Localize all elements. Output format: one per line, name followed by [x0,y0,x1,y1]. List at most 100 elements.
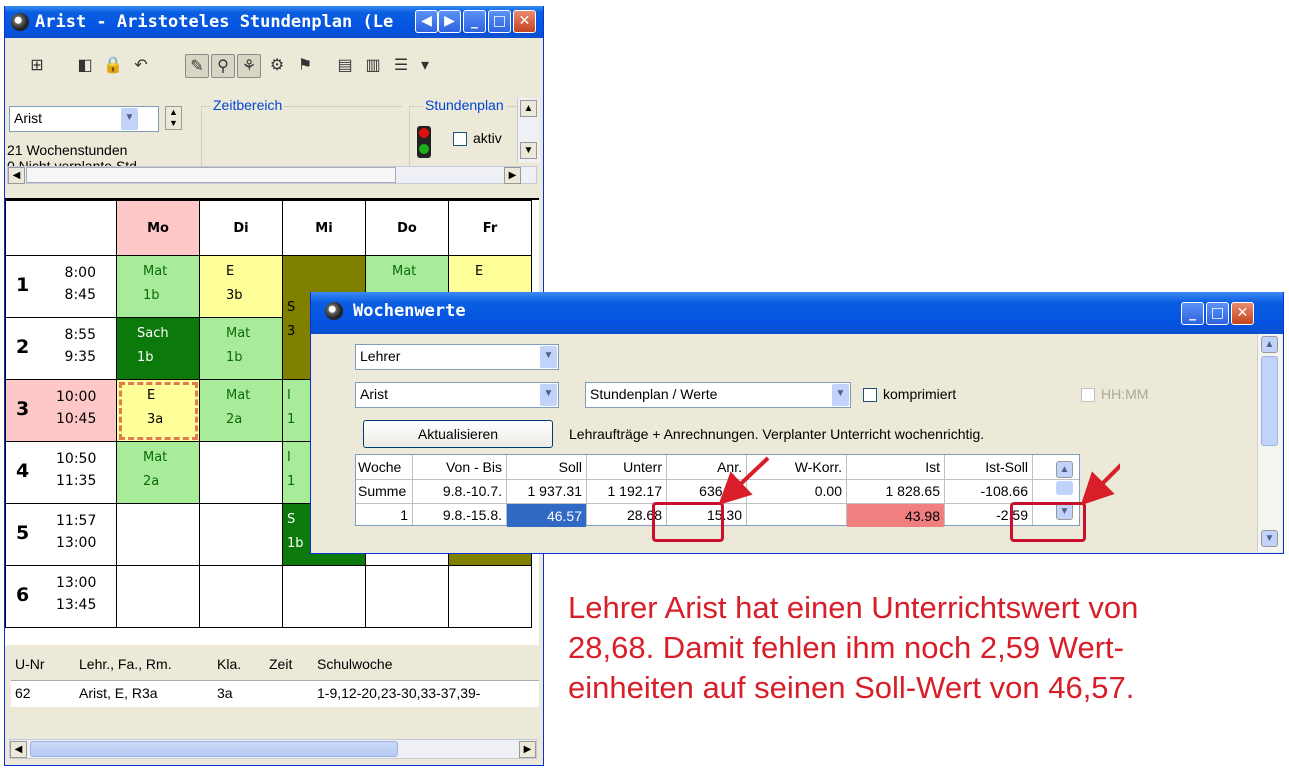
cell-schulwoche: 1-9,12-20,23-30,33-37,39- [317,685,481,701]
summe-woche: Summe [358,483,407,499]
lesson-cell[interactable]: Mat 2a [199,379,283,442]
tab-left-arrow-icon[interactable]: ◀ [415,10,438,33]
lesson-cell[interactable]: Sach 1b [116,317,200,380]
lesson-cell[interactable]: Mat 1b [116,255,200,318]
empty-cell[interactable] [199,565,283,628]
view-select-value: Stundenplan / Werte [590,386,718,402]
scroll-left-icon[interactable]: ◀ [8,167,25,184]
empty-cell[interactable] [116,503,200,566]
col-unr[interactable]: U-Nr [15,656,45,672]
scroll-left-icon[interactable]: ◀ [10,741,27,758]
close-button[interactable]: ✕ [1231,302,1254,325]
chevron-down-icon[interactable]: ▼ [540,346,557,368]
lock-icon[interactable]: 🔒 [101,54,125,78]
teacher-select[interactable]: Arist ▼ [355,382,559,408]
col-kla[interactable]: Kla. [217,656,241,672]
scroll-thumb[interactable] [26,167,396,183]
day-header-mo[interactable]: Mo [116,200,200,256]
title-bar[interactable]: Arist - Aristoteles Stundenplan (Le ◀ ▶ … [5,6,543,38]
undo-icon[interactable]: ↶ [129,54,153,78]
type-select[interactable]: Lehrer ▼ [355,344,559,370]
scroll-down-icon[interactable]: ▼ [520,142,537,159]
teacher-select[interactable]: Arist ▼ [9,106,159,132]
arrow-unterr-icon [718,456,770,506]
empty-cell[interactable] [199,503,283,566]
period-number: 1 [16,274,30,296]
scroll-thumb[interactable] [1261,356,1278,446]
period-end: 10:45 [56,411,97,427]
week-von-bis[interactable]: 9.8.-15.8. [412,503,506,527]
scroll-up-icon[interactable]: ▲ [1261,336,1278,353]
maximize-button[interactable]: □ [488,10,511,33]
scroll-thumb[interactable] [30,741,398,757]
dialog-vertical-scrollbar[interactable]: ▲ ▼ [1257,334,1282,552]
pencil-icon[interactable]: ✎ [185,54,209,78]
hhmm-checkbox[interactable] [1081,388,1095,402]
save-icon[interactable]: ◧ [73,54,97,78]
col-unterr[interactable]: Unterr [586,455,666,479]
empty-cell[interactable] [282,565,366,628]
arrows-overlay [718,456,1120,506]
teacher-select-value: Arist [14,110,42,126]
gear-icon[interactable]: ⚙ [265,54,289,78]
lesson-list: U-Nr Lehr., Fa., Rm. Kla. Zeit Schulwoch… [5,646,539,741]
lesson-list-row[interactable]: 62 Arist, E, R3a 3a 1-9,12-20,23-30,33-3… [11,680,539,707]
lesson-class: 3b [226,288,243,303]
minimize-button[interactable]: _ [463,10,486,33]
maximize-button[interactable]: □ [1206,302,1229,325]
empty-cell[interactable] [116,565,200,628]
empty-cell[interactable] [199,441,283,504]
search-icon[interactable]: ⚲ [211,54,235,78]
lesson-cell[interactable]: E 3b [199,255,283,318]
scroll-up-icon[interactable]: ▲ [520,100,537,117]
close-button[interactable]: ✕ [513,10,536,33]
weekly-hours: 21 Wochenstunden [7,142,128,158]
grid-icon[interactable]: ⊞ [25,54,49,78]
scroll-right-icon[interactable]: ▶ [504,167,521,184]
list-icon[interactable]: ▥ [361,54,385,78]
lesson-cell[interactable]: Mat 1b [199,317,283,380]
minimize-button[interactable]: _ [1181,302,1204,325]
panel-horizontal-scrollbar[interactable]: ◀ ▶ [7,166,537,184]
network-icon[interactable]: ⚘ [237,54,261,78]
col-lehr[interactable]: Lehr., Fa., Rm. [79,656,172,672]
scroll-right-icon[interactable]: ▶ [519,741,536,758]
annotation-text: Lehrer Arist hat einen Unterrichtswert v… [568,588,1138,708]
day-header-mi[interactable]: Mi [282,200,366,256]
period-end: 13:45 [56,597,97,613]
document-icon[interactable]: ▤ [333,54,357,78]
empty-cell[interactable] [448,565,532,628]
view-select[interactable]: Stundenplan / Werte ▼ [585,382,851,408]
summe-unterr: 1 192.17 [607,483,663,499]
day-header-di[interactable]: Di [199,200,283,256]
week-soll[interactable]: 46.57 [507,504,586,527]
chevron-down-icon[interactable]: ▼ [540,384,557,406]
layout-icon[interactable]: ☰ [389,54,413,78]
col-zeit[interactable]: Zeit [269,656,292,672]
day-header-fr[interactable]: Fr [448,200,532,256]
komprimiert-checkbox[interactable] [863,388,877,402]
empty-cell[interactable] [365,565,449,628]
col-von-bis[interactable]: Von - Bis [412,455,506,479]
chevron-down-icon[interactable]: ▼ [832,384,849,406]
lesson-cell[interactable]: Mat 2a [116,441,200,504]
spin-icon[interactable]: ▲ ▼ [165,106,182,130]
flag-icon[interactable]: ⚑ [293,54,317,78]
stundenplan-label: Stundenplan [423,97,506,113]
col-woche[interactable]: Woche [356,455,412,479]
tab-right-arrow-icon[interactable]: ▶ [438,10,461,33]
hhmm-label: HH:MM [1101,386,1149,402]
week-number[interactable]: 1 [356,503,412,527]
dialog-title-bar[interactable]: Wochenwerte _ □ ✕ [311,292,1283,334]
aktiv-checkbox[interactable] [453,132,467,146]
scroll-down-icon[interactable]: ▼ [1261,530,1278,547]
col-soll[interactable]: Soll [506,455,586,479]
chevron-down-icon[interactable]: ▼ [121,108,138,130]
lesson-cell-selected[interactable]: E 3a [116,379,200,442]
chevron-down-icon[interactable]: ▾ [417,54,433,78]
aktualisieren-button[interactable]: Aktualisieren [363,420,553,448]
day-header-do[interactable]: Do [365,200,449,256]
col-schulwoche[interactable]: Schulwoche [317,656,393,672]
list-horizontal-scrollbar[interactable]: ◀ ▶ [9,739,537,759]
panel-vertical-scrollbar[interactable]: ▲ ▼ [517,98,540,162]
